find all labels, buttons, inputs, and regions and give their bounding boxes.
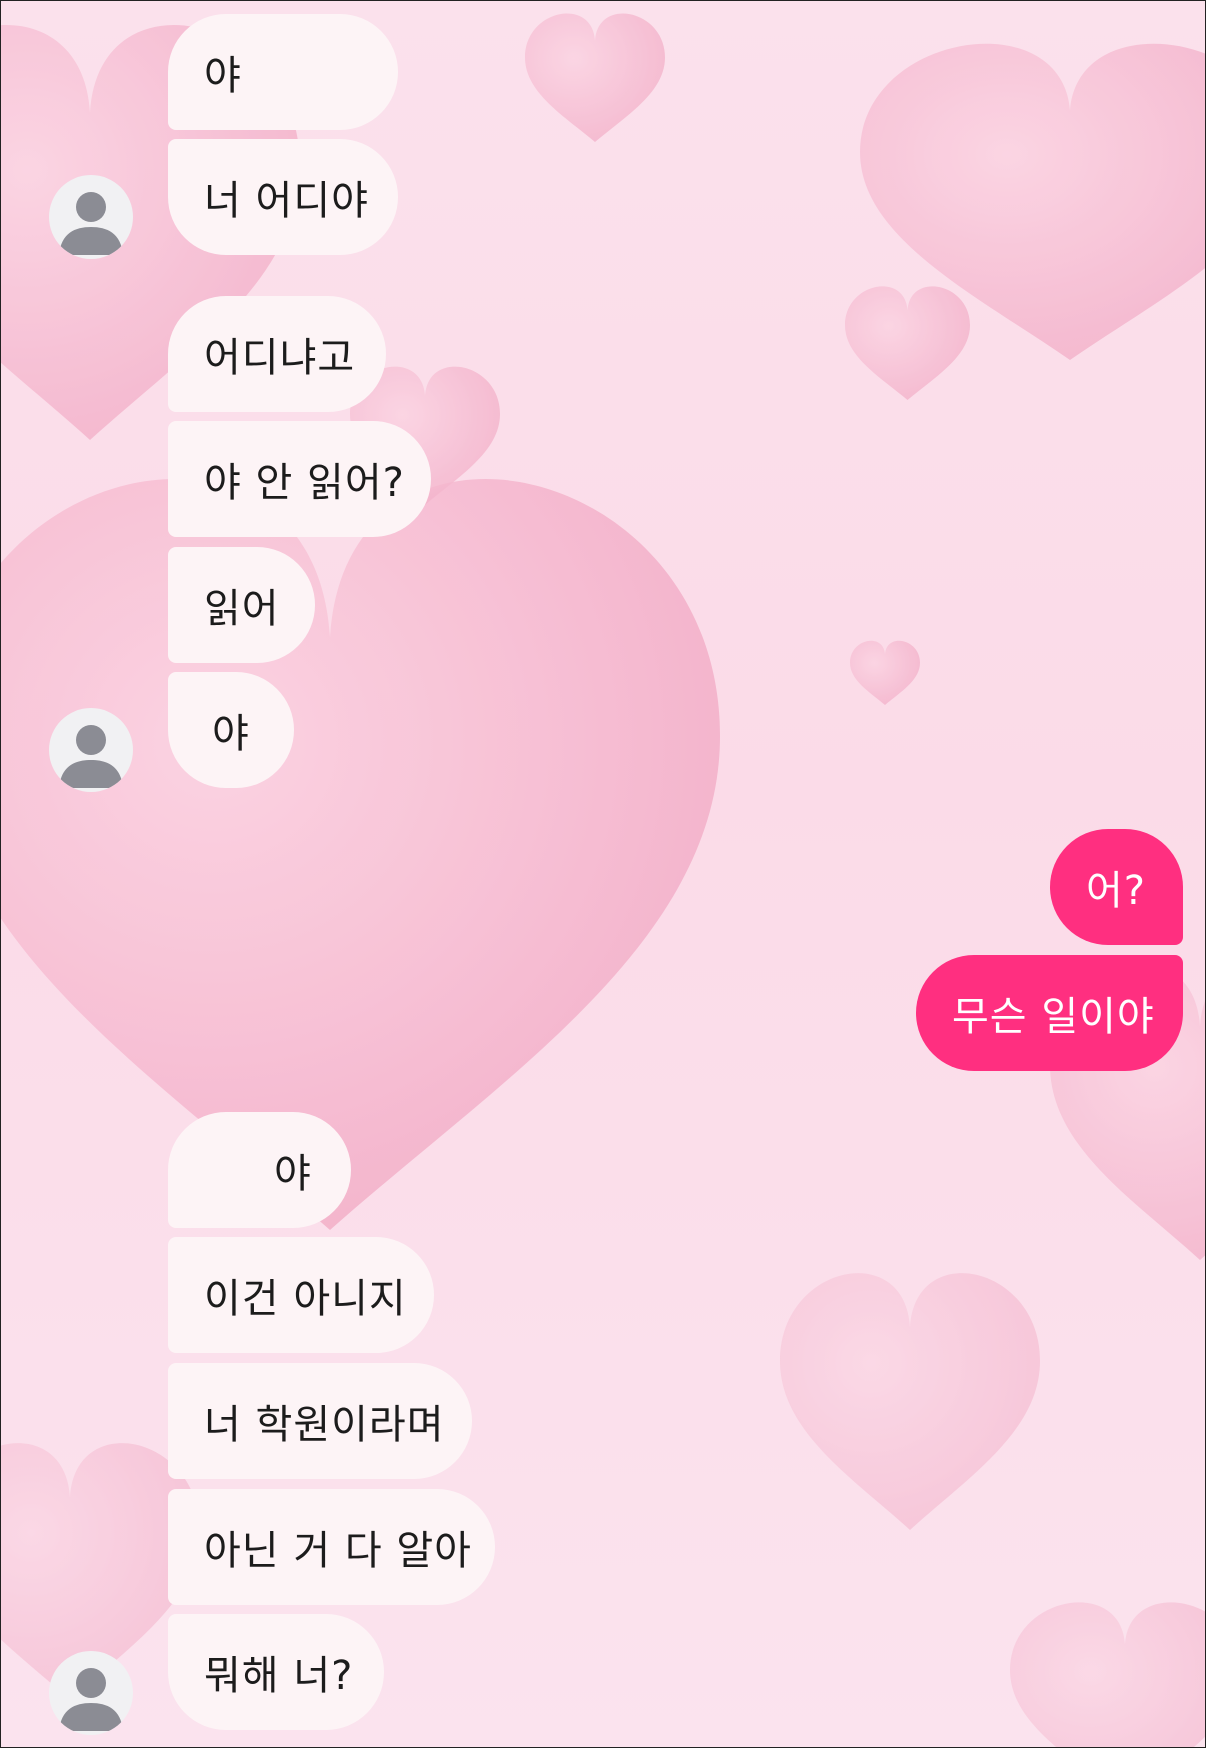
message-bubble-outgoing[interactable]: 어? <box>1050 829 1183 945</box>
message-text: 야 <box>204 53 242 99</box>
message-text: 어디냐고 <box>204 335 356 381</box>
message-text: 읽어 <box>204 586 280 632</box>
message-text: 무슨 일이야 <box>952 994 1155 1040</box>
message-text: 어? <box>1086 868 1147 914</box>
message-bubble-incoming[interactable]: 야 <box>168 14 398 130</box>
user-icon <box>59 192 123 255</box>
message-text: 야 안 읽어? <box>204 460 405 506</box>
avatar[interactable] <box>49 1651 133 1735</box>
message-bubble-incoming[interactable]: 야 <box>168 672 294 788</box>
user-icon <box>59 725 123 788</box>
avatar[interactable] <box>49 708 133 792</box>
user-icon <box>59 1668 123 1731</box>
message-bubble-incoming[interactable]: 야 <box>168 1112 351 1228</box>
message-bubble-outgoing[interactable]: 무슨 일이야 <box>916 955 1183 1071</box>
message-bubble-incoming[interactable]: 뭐해 너? <box>168 1614 384 1730</box>
message-text: 야 <box>212 711 250 757</box>
avatar[interactable] <box>49 175 133 259</box>
message-bubble-incoming[interactable]: 너 학원이라며 <box>168 1363 472 1479</box>
message-bubble-incoming[interactable]: 아닌 거 다 알아 <box>168 1489 495 1605</box>
message-text: 너 어디야 <box>204 178 369 224</box>
message-text: 이건 아니지 <box>204 1276 407 1322</box>
message-text: 너 학원이라며 <box>204 1402 445 1448</box>
message-bubble-incoming[interactable]: 야 안 읽어? <box>168 421 431 537</box>
message-bubble-incoming[interactable]: 너 어디야 <box>168 139 398 255</box>
message-text: 야 <box>274 1151 312 1197</box>
message-text: 뭐해 너? <box>204 1653 354 1699</box>
chat-thread: 야 너 어디야 어디냐고 야 안 읽어? 읽어 야 어? 무슨 일이야 야 이건… <box>0 0 1206 1748</box>
message-bubble-incoming[interactable]: 읽어 <box>168 547 315 663</box>
message-bubble-incoming[interactable]: 어디냐고 <box>168 296 386 412</box>
message-text: 아닌 거 다 알아 <box>204 1528 472 1574</box>
message-bubble-incoming[interactable]: 이건 아니지 <box>168 1237 434 1353</box>
